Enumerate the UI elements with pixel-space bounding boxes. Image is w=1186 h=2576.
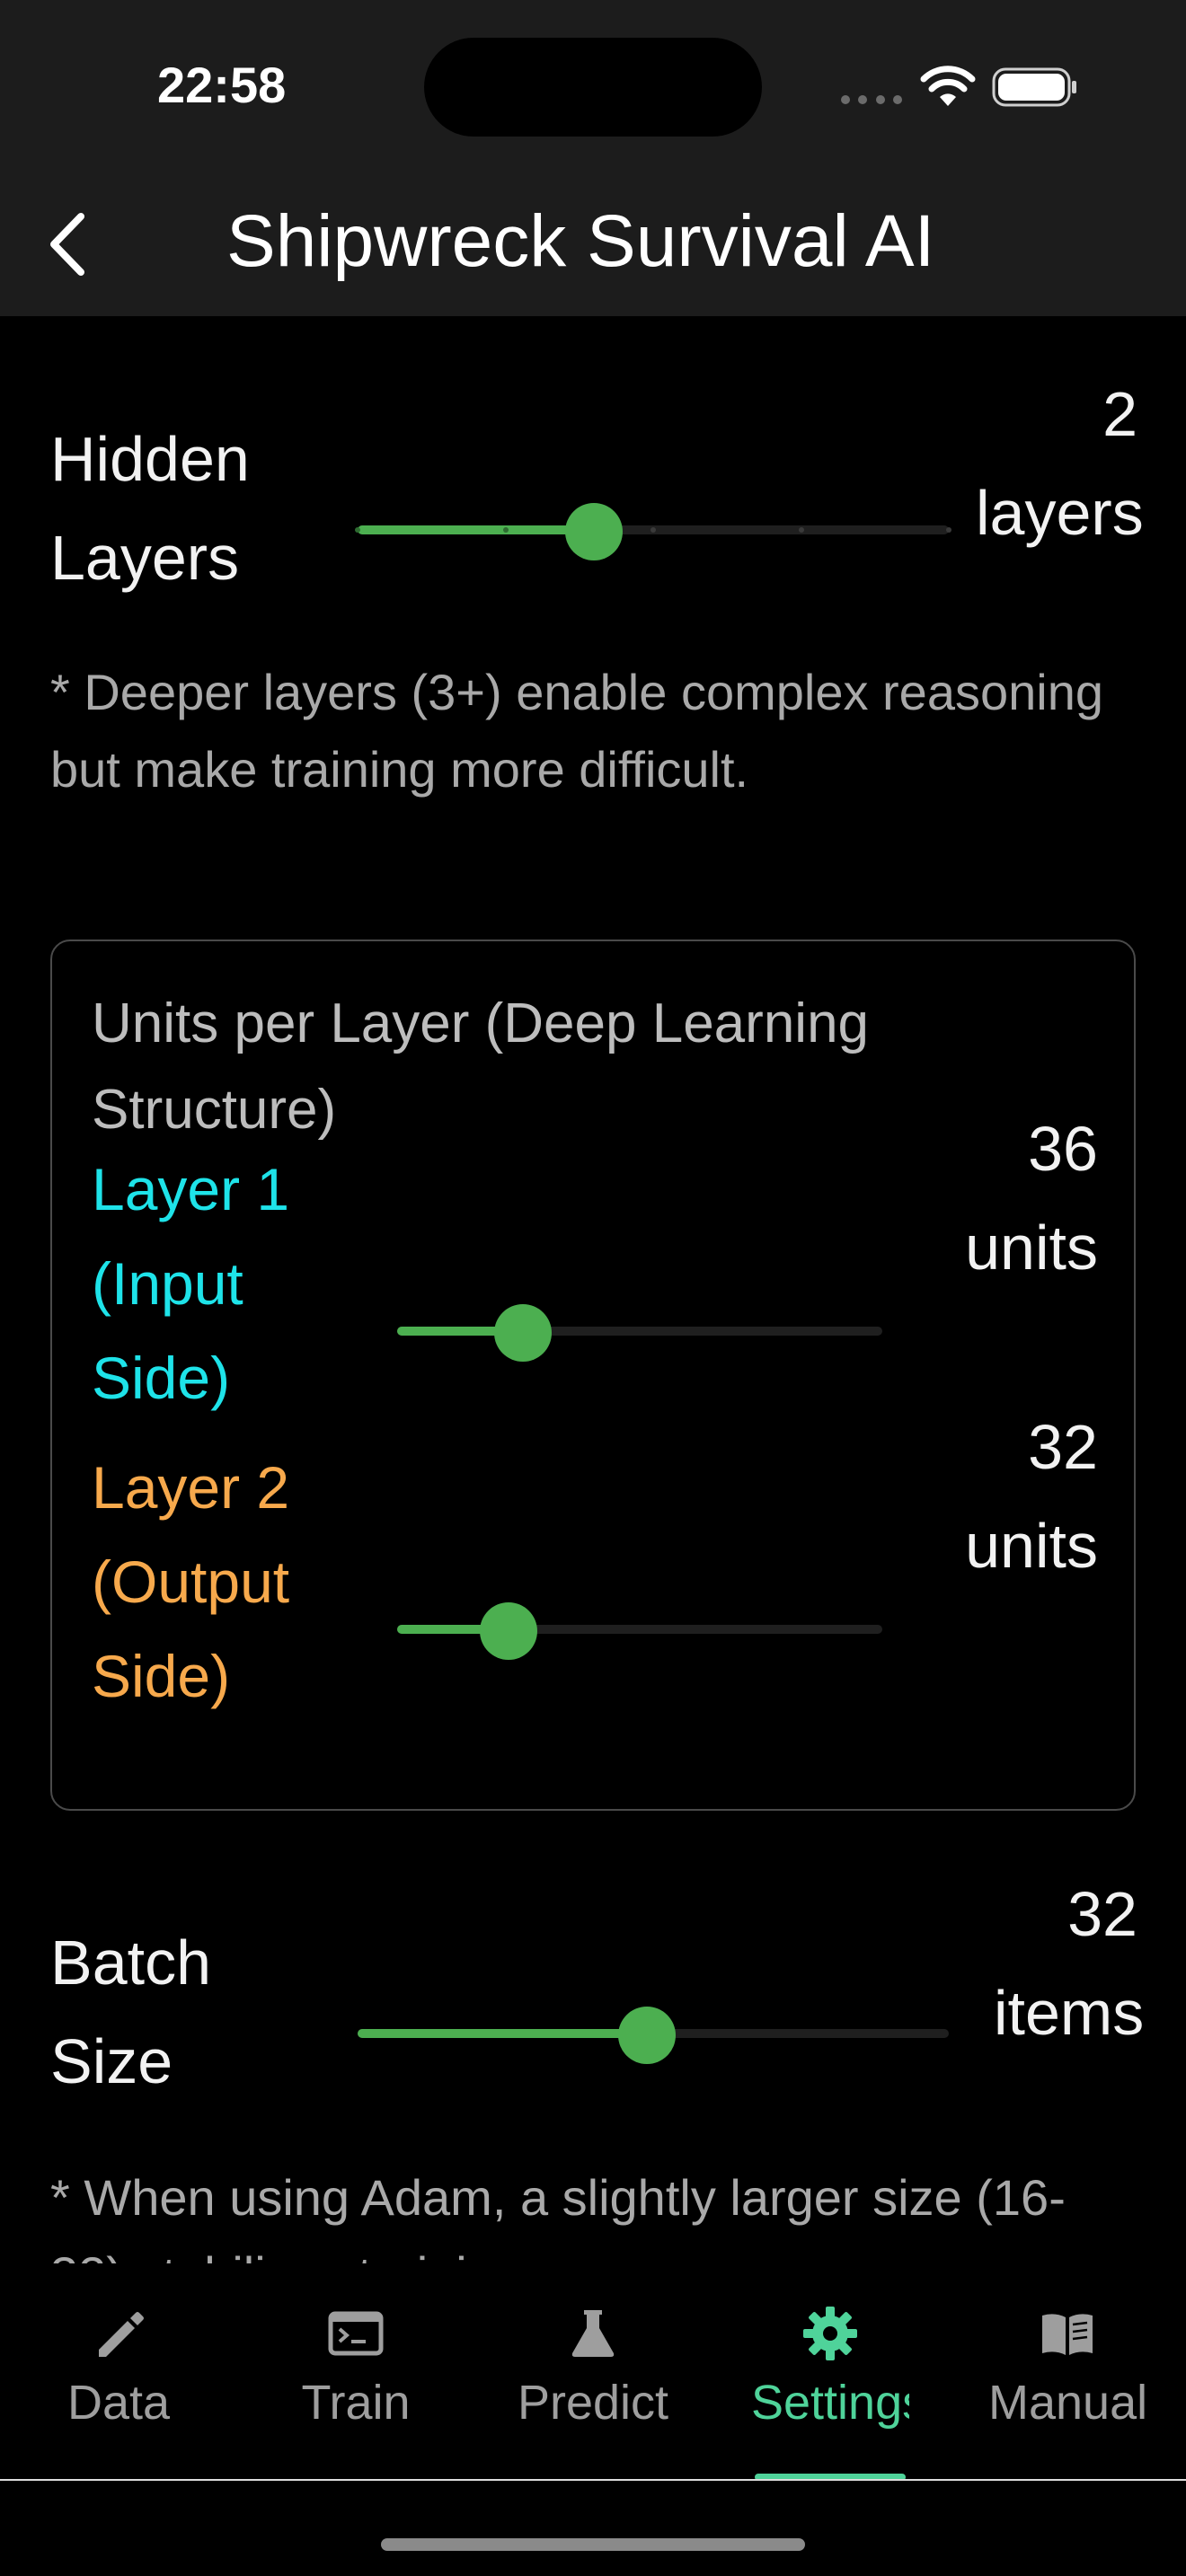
tab-manual[interactable]: Manual [949,2305,1186,2439]
dynamic-island [424,38,762,137]
tab-label: Settings [751,2376,909,2430]
hidden-layers-slider[interactable] [355,503,951,560]
home-indicator[interactable] [381,2538,805,2551]
slider-tick [946,527,951,533]
tab-predict[interactable]: Predict [474,2305,712,2439]
book-icon [1042,2314,1093,2355]
layer2-units-value: 32 units [965,1412,1098,1581]
slider-tick [651,527,656,533]
screen: 22:58 Shipwreck Survival AI Hidden Layer… [0,0,1186,2576]
batch-size-label: Batch Size [50,1928,211,2096]
nav-divider [0,2479,1186,2481]
cellular-icon [841,95,902,104]
flask-icon [571,2310,615,2357]
slider-thumb[interactable] [565,503,624,560]
tab-label: Predict [517,2376,669,2430]
app-header: 22:58 Shipwreck Survival AI [0,0,1186,316]
units-per-layer-panel: Units per Layer (Deep Learning Structure… [50,940,1136,1811]
hidden-layers-note: * Deeper layers (3+) enable complex reas… [50,664,1103,798]
batch-size-slider[interactable] [358,2007,949,2064]
layer1-units-slider[interactable] [397,1304,882,1362]
settings-content[interactable]: Hidden Layers 2 layers * Deeper layers (… [0,316,1186,2263]
slider-tick [502,527,509,533]
slider-thumb[interactable] [618,2007,677,2064]
slider-tick [798,527,804,533]
layer1-label: Layer 1 (Input Side) [92,1156,290,1411]
tab-train[interactable]: Train [237,2305,474,2439]
terminal-icon [328,2311,384,2356]
tab-data[interactable]: Data [0,2305,237,2439]
layer2-label: Layer 2 (Output Side) [92,1454,290,1709]
gear-icon [803,2307,857,2360]
tab-settings[interactable]: Settings [712,2305,949,2439]
hidden-layers-value: 2 layers [976,379,1144,548]
slider-fill [358,525,595,534]
tab-label: Data [66,2376,171,2430]
battery-icon [992,67,1076,107]
slider-thumb[interactable] [480,1602,538,1660]
tab-label: Manual [988,2376,1146,2430]
layer2-units-slider[interactable] [397,1602,882,1660]
slider-tick [355,527,360,533]
hidden-layers-label: Hidden Layers [50,424,250,593]
chevron-left-icon [50,213,84,276]
layer1-units-value: 36 units [965,1114,1098,1283]
back-button[interactable] [47,199,104,289]
batch-size-value: 32 items [994,1879,1145,2048]
slider-thumb[interactable] [494,1304,553,1362]
batch-size-note: * When using Adam, a slightly larger siz… [50,2169,1066,2263]
wifi-icon [920,66,976,106]
page-title: Shipwreck Survival AI [226,200,935,282]
units-panel-title: Units per Layer (Deep Learning Structure… [92,992,870,1141]
tab-label: Train [301,2376,411,2430]
bottom-navigation: Data Train Predict Settings Manual [0,2263,1186,2481]
slider-fill [358,2029,648,2038]
pencil-icon [99,2312,144,2357]
status-time: 22:58 [157,57,287,113]
